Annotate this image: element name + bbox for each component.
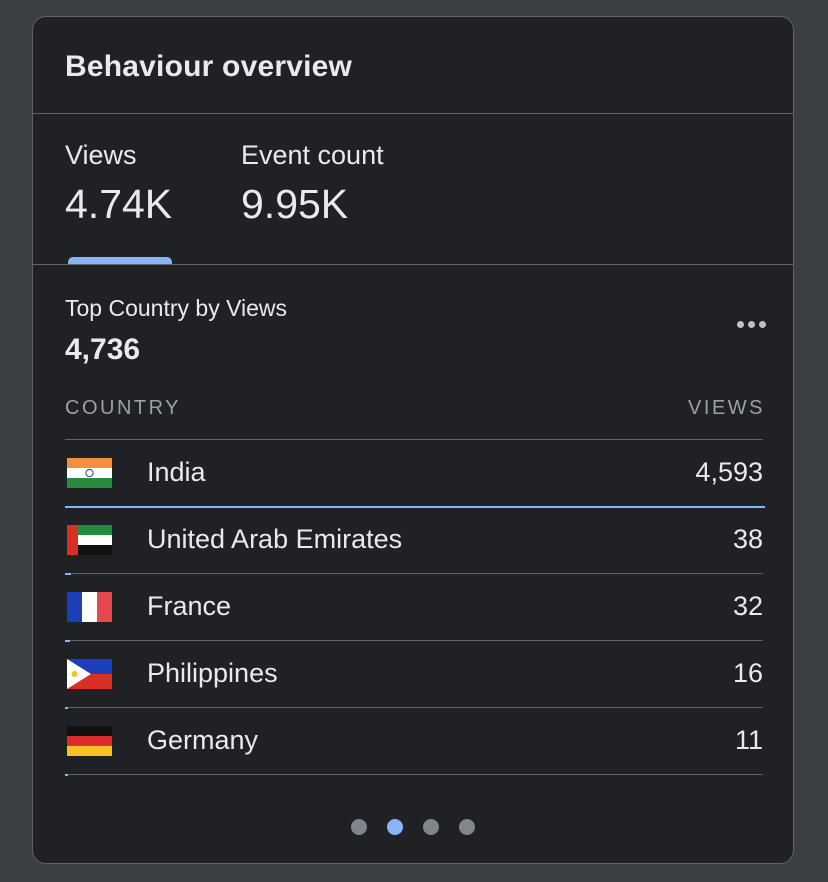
table-row[interactable]: France 32	[65, 574, 763, 642]
page-dot-3[interactable]	[423, 819, 439, 835]
table-row[interactable]: India 4,593	[65, 440, 765, 508]
metric-label: Views	[65, 140, 137, 170]
country-name: Philippines	[147, 658, 278, 688]
uae-flag-icon	[67, 525, 112, 555]
more-horizontal-icon-dot	[758, 320, 766, 328]
more-options-button[interactable]	[731, 313, 771, 335]
metric-tab-event-count[interactable]: Event count 9.95K	[241, 138, 384, 230]
country-name: United Arab Emirates	[147, 524, 403, 554]
country-views: 11	[734, 725, 763, 755]
metric-tab-views[interactable]: Views 4.74K	[65, 138, 172, 230]
metric-label: Event count	[241, 140, 384, 170]
table-row[interactable]: Germany 11	[65, 708, 763, 776]
metric-value: 9.95K	[241, 181, 349, 227]
country-views: 32	[732, 591, 763, 621]
page-dot-1[interactable]	[351, 819, 367, 835]
more-horizontal-icon	[736, 320, 744, 328]
views-share-bar	[65, 773, 68, 776]
table-row[interactable]: Philippines 16	[65, 641, 763, 709]
column-header-country: COUNTRY	[65, 397, 182, 419]
philippines-flag-icon	[67, 659, 112, 689]
country-views: 16	[732, 658, 763, 688]
selected-tab-indicator	[68, 257, 172, 264]
france-flag-icon	[67, 592, 112, 622]
card-header: Behaviour overview	[33, 17, 793, 114]
section-total: 4,736	[65, 333, 141, 366]
country-views: 38	[732, 524, 763, 554]
card-title: Behaviour overview	[65, 50, 353, 83]
table-header: COUNTRY VIEWS	[65, 395, 763, 440]
table-row[interactable]: United Arab Emirates 38	[65, 507, 763, 575]
behaviour-overview-card: Behaviour overview Views 4.74K Event cou…	[32, 16, 794, 864]
country-name: France	[147, 591, 232, 621]
metric-tabs: Views 4.74K Event count 9.95K	[33, 114, 793, 265]
column-header-views: VIEWS	[688, 397, 765, 419]
more-horizontal-icon-dot	[747, 320, 755, 328]
country-name: India	[147, 457, 206, 487]
metric-value: 4.74K	[65, 181, 173, 227]
page-dot-2[interactable]	[387, 819, 403, 835]
country-views: 4,593	[695, 457, 763, 487]
page-dot-4[interactable]	[459, 819, 475, 835]
germany-flag-icon	[67, 726, 112, 756]
section-title: Top Country by Views	[65, 295, 288, 321]
country-table: India 4,593 United Arab Emirates 38 Fran…	[65, 440, 765, 776]
india-flag-icon	[67, 458, 112, 488]
country-name: Germany	[147, 725, 259, 755]
pagination-dots	[33, 819, 793, 835]
